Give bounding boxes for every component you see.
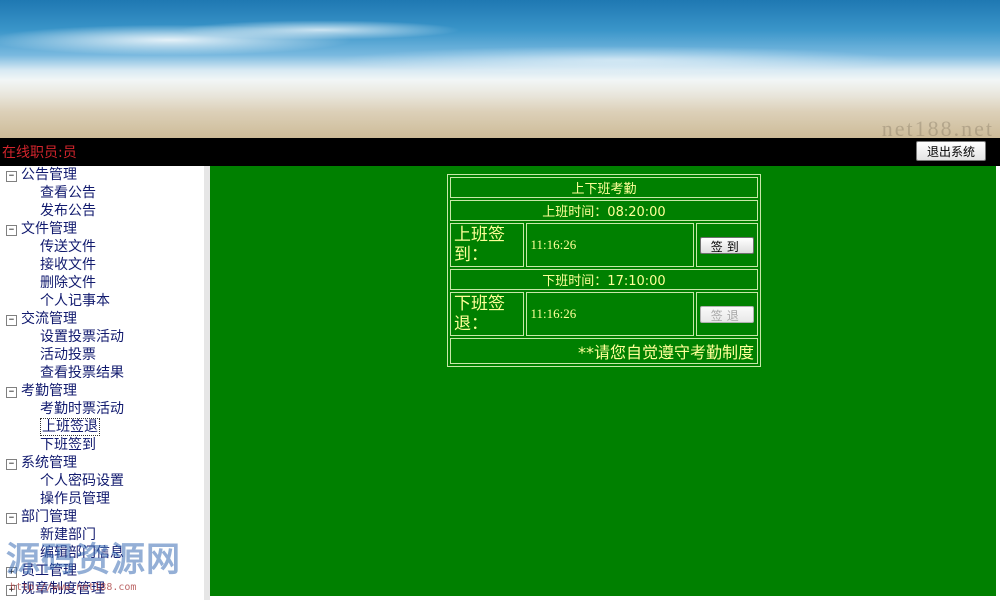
- nav-item-label: 查看投票结果: [40, 365, 124, 381]
- nav-group-header[interactable]: − 系统管理: [0, 454, 204, 472]
- nav-group-label: 公告管理: [21, 167, 77, 183]
- nav-group: − 文件管理 传送文件 接收文件 删除文件 个人记事本: [0, 220, 204, 310]
- nav-item-label: 上班签退: [40, 418, 100, 436]
- attendance-title: 上下班考勤: [450, 177, 758, 198]
- collapse-icon[interactable]: −: [6, 459, 17, 470]
- nav-group: − 交流管理 设置投票活动 活动投票 查看投票结果: [0, 310, 204, 382]
- nav-item[interactable]: 下班签到: [0, 436, 204, 454]
- nav-group-label: 交流管理: [21, 311, 77, 327]
- nav-item[interactable]: 操作员管理: [0, 490, 204, 508]
- nav-item[interactable]: 个人记事本: [0, 292, 204, 310]
- nav-item[interactable]: 活动投票: [0, 346, 204, 364]
- attendance-notice: **请您自觉遵守考勤制度: [450, 338, 758, 364]
- collapse-icon[interactable]: −: [6, 387, 17, 398]
- sign-out-button[interactable]: 签退: [699, 305, 754, 323]
- sign-in-time: 11:16:26: [526, 223, 694, 267]
- nav-group: − 考勤管理 考勤时票活动 上班签退 下班签到: [0, 382, 204, 454]
- sign-in-label: 上班签到：: [450, 223, 525, 267]
- nav-item[interactable]: 传送文件: [0, 238, 204, 256]
- nav-group-header[interactable]: − 文件管理: [0, 220, 204, 238]
- online-staff-label: 在线职员:员: [2, 145, 77, 161]
- nav-group-header[interactable]: − 部门管理: [0, 508, 204, 526]
- sign-in-button[interactable]: 签到: [699, 236, 754, 254]
- nav-item[interactable]: 接收文件: [0, 256, 204, 274]
- nav-item-label: 查看公告: [40, 185, 96, 201]
- collapse-icon[interactable]: −: [6, 315, 17, 326]
- watermark-url: http://www.net188.com: [10, 582, 137, 593]
- collapse-icon[interactable]: −: [6, 225, 17, 236]
- nav-item[interactable]: 上班签退: [0, 418, 204, 436]
- nav-item-label: 操作员管理: [40, 491, 110, 507]
- on-duty-time: 上班时间：08:20:00: [450, 200, 758, 221]
- nav-item-label: 活动投票: [40, 347, 96, 363]
- nav-item-label: 删除文件: [40, 275, 96, 291]
- sign-in-button-cell: 签到: [695, 223, 758, 267]
- nav-group-header[interactable]: − 交流管理: [0, 310, 204, 328]
- nav-item-label: 下班签到: [40, 437, 96, 453]
- nav-item-label: 设置投票活动: [40, 329, 124, 345]
- sign-out-button-cell: 签退: [695, 292, 758, 336]
- collapse-icon[interactable]: −: [6, 171, 17, 182]
- nav-group-header[interactable]: − 考勤管理: [0, 382, 204, 400]
- nav-group-label: 系统管理: [21, 455, 77, 471]
- main-content: 上下班考勤 上班时间：08:20:00 上班签到： 11:16:26 签到 下班…: [210, 166, 996, 596]
- nav-group-header[interactable]: − 公告管理: [0, 166, 204, 184]
- nav-item[interactable]: 考勤时票活动: [0, 400, 204, 418]
- nav-item[interactable]: 设置投票活动: [0, 328, 204, 346]
- attendance-table: 上下班考勤 上班时间：08:20:00 上班签到： 11:16:26 签到 下班…: [447, 174, 761, 367]
- nav-item-label: 发布公告: [40, 203, 96, 219]
- nav-group-label: 文件管理: [21, 221, 77, 237]
- nav-item[interactable]: 查看公告: [0, 184, 204, 202]
- nav-item[interactable]: 删除文件: [0, 274, 204, 292]
- nav-item[interactable]: 发布公告: [0, 202, 204, 220]
- top-bar: 在线职员:员 退出系统: [0, 138, 1000, 166]
- nav-item[interactable]: 查看投票结果: [0, 364, 204, 382]
- nav-item-label: 个人记事本: [40, 293, 110, 309]
- nav-item-label: 个人密码设置: [40, 473, 124, 489]
- nav-item[interactable]: 个人密码设置: [0, 472, 204, 490]
- nav-group: − 公告管理 查看公告 发布公告: [0, 166, 204, 220]
- nav-group-label: 考勤管理: [21, 383, 77, 399]
- nav-item-label: 传送文件: [40, 239, 96, 255]
- nav-item-label: 接收文件: [40, 257, 96, 273]
- sign-out-label: 下班签退：: [450, 292, 525, 336]
- logout-button[interactable]: 退出系统: [916, 141, 986, 161]
- off-duty-time: 下班时间：17:10:00: [450, 269, 758, 290]
- nav-item-label: 考勤时票活动: [40, 401, 124, 417]
- collapse-icon[interactable]: −: [6, 513, 17, 524]
- nav-group: − 系统管理 个人密码设置 操作员管理: [0, 454, 204, 508]
- sign-out-time: 11:16:26: [526, 292, 694, 336]
- nav-group-label: 部门管理: [21, 509, 77, 525]
- header-banner: net188.net: [0, 0, 1000, 141]
- watermark-logo: 源码资源网: [6, 540, 181, 580]
